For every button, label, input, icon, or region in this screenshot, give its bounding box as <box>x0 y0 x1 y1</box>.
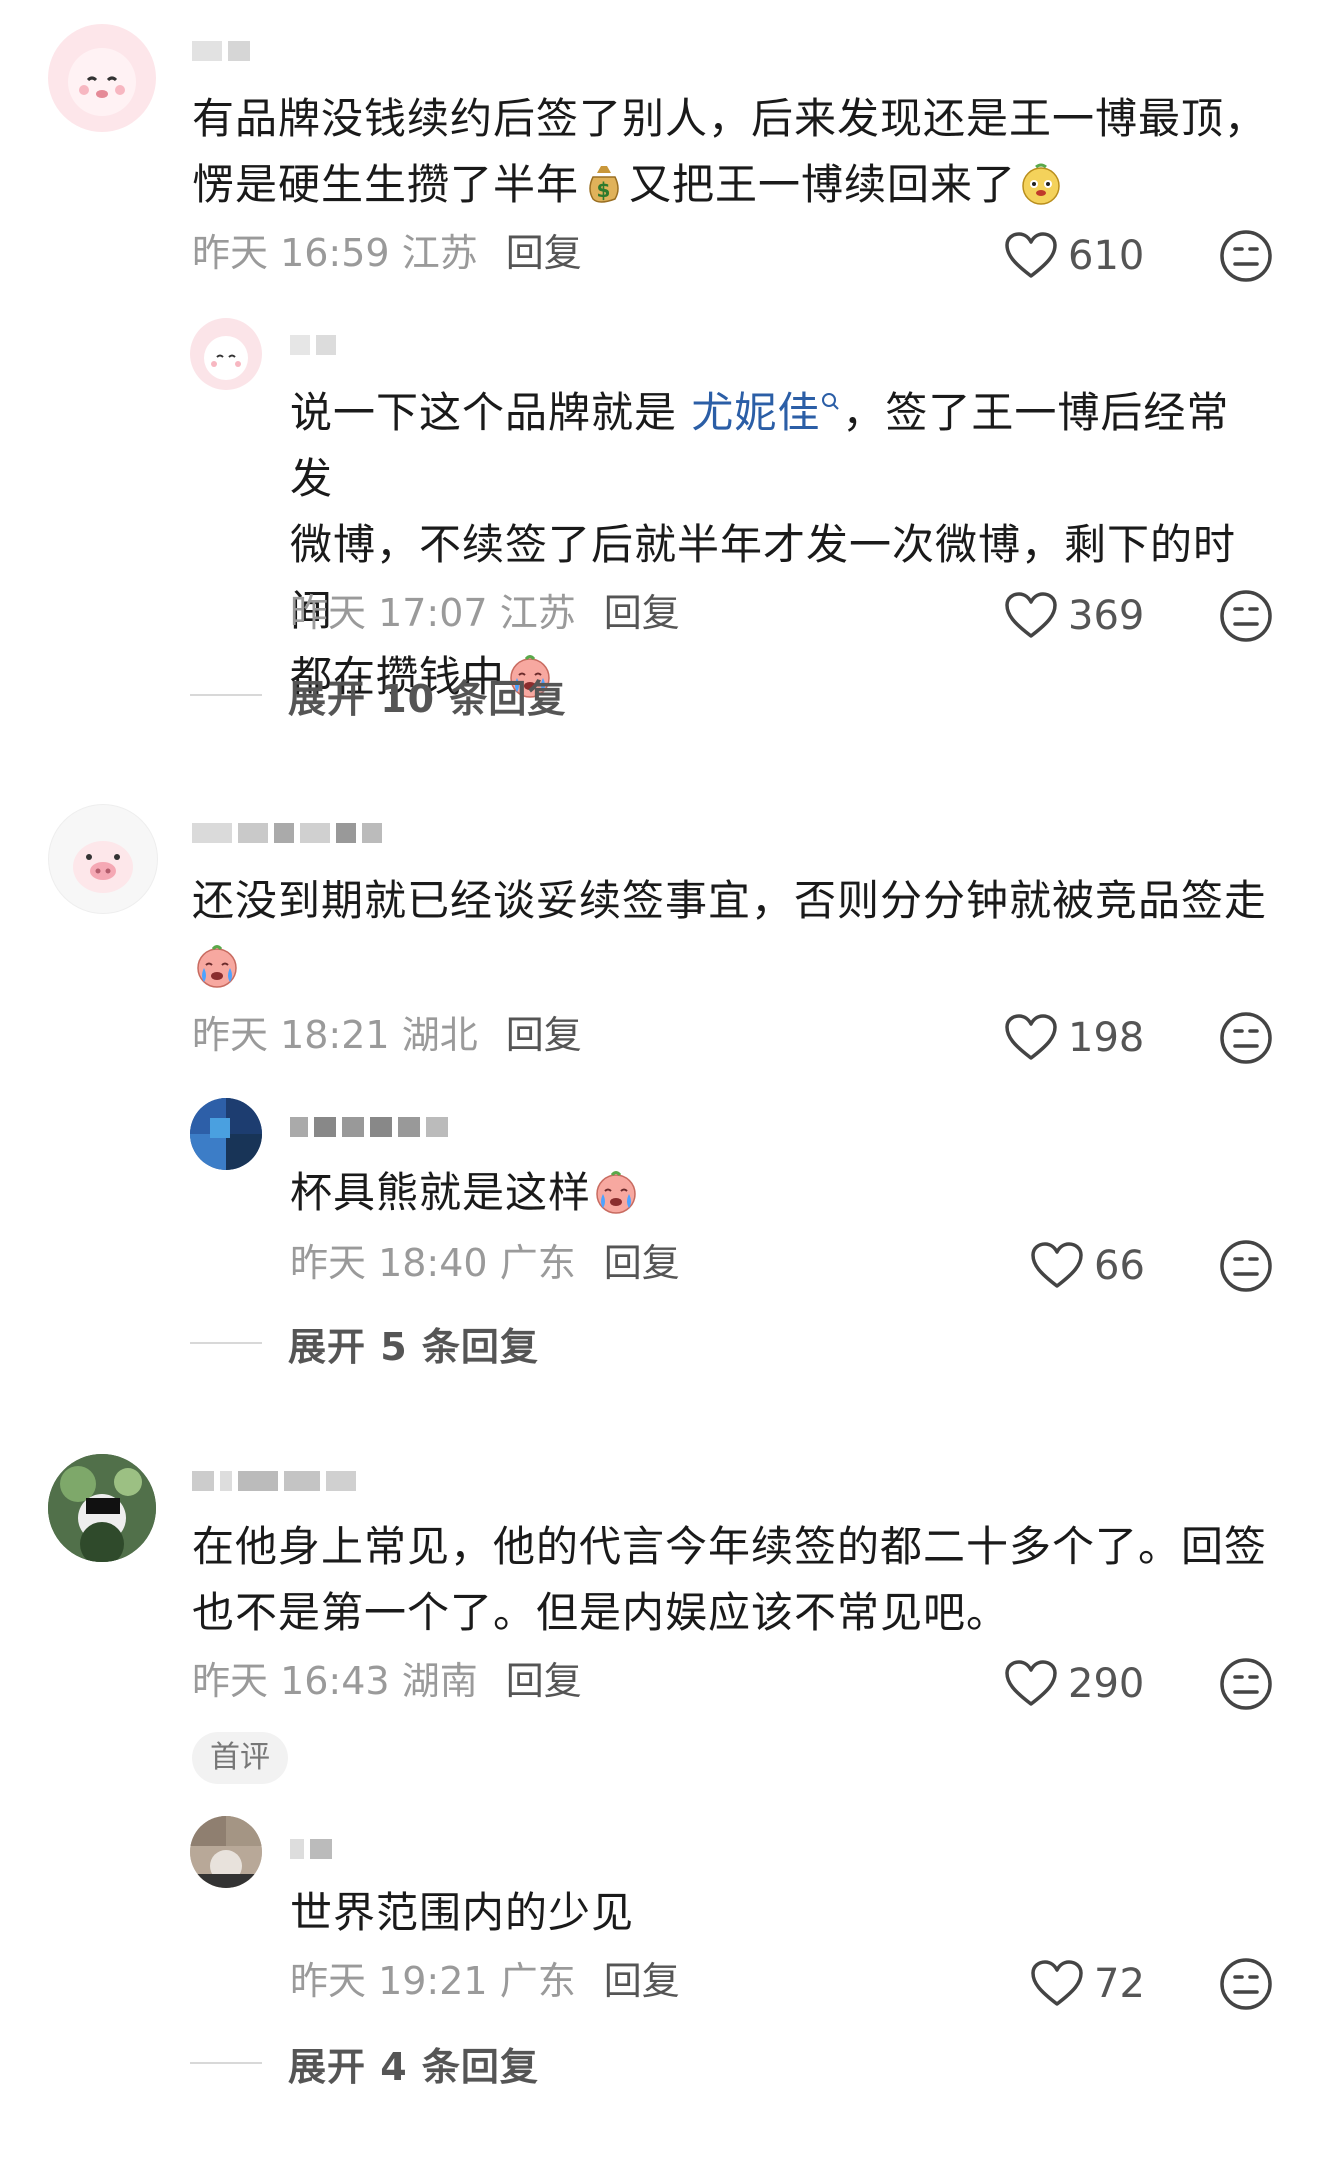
reply-meta: 昨天 19:21 广东 回复 <box>290 1959 680 2003</box>
neutral-face-icon[interactable] <box>1218 1656 1274 1712</box>
comment-meta: 昨天 18:21 湖北 回复 <box>192 1013 582 1057</box>
search-icon <box>822 393 840 410</box>
divider <box>190 2062 262 2064</box>
dog-face-emoji-icon <box>1018 161 1064 207</box>
comment-meta: 昨天 16:59 江苏 回复 <box>192 231 582 275</box>
like-count: 290 <box>1068 1661 1145 1707</box>
crying-face-emoji-icon <box>593 1169 639 1215</box>
neutral-face-icon[interactable] <box>1218 1010 1274 1066</box>
neutral-face-icon[interactable] <box>1218 228 1274 284</box>
reply-text: 世界范围内的少见 <box>290 1888 635 1937</box>
username[interactable] <box>290 334 336 356</box>
reply-meta: 昨天 17:07 江苏 回复 <box>290 591 680 635</box>
reply-meta: 昨天 18:40 广东 回复 <box>290 1241 680 1285</box>
like-button[interactable]: 369 <box>1004 586 1144 646</box>
reply-button[interactable]: 回复 <box>604 1959 680 2003</box>
money-bag-emoji-icon <box>581 161 627 207</box>
heart-outline-icon <box>1004 1013 1058 1063</box>
heart-outline-icon <box>1004 591 1058 641</box>
brand-link[interactable]: 尤妮佳 <box>691 388 842 437</box>
comment-text: 有品牌没钱续约后签了别人，后来发现还是王一博最顶， 愣是硬生生攒了半年 又把王一博… <box>192 94 1268 209</box>
like-button[interactable]: 290 <box>1004 1654 1144 1714</box>
reply-text: 杯具熊就是这样 <box>290 1160 1270 1226</box>
username[interactable] <box>192 822 382 844</box>
like-count: 72 <box>1094 1961 1145 2007</box>
like-count: 369 <box>1068 593 1145 639</box>
avatar[interactable] <box>190 1098 262 1170</box>
reply-button[interactable]: 回复 <box>506 1659 582 1703</box>
reply-button[interactable]: 回复 <box>506 1013 582 1057</box>
heart-outline-icon <box>1004 1659 1058 1709</box>
neutral-face-icon[interactable] <box>1218 1956 1274 2012</box>
username[interactable] <box>192 40 250 62</box>
comment-text: 在他身上常见，他的代言今年续签的都二十多个了。回签 也不是第一个了。但是内娱应该… <box>192 1522 1268 1637</box>
crying-face-emoji-icon <box>194 943 240 989</box>
comment-text: 还没到期就已经谈妥续签事宜，否则分分钟就被竞品签走 <box>192 868 1272 1000</box>
like-button[interactable]: 610 <box>1004 226 1144 286</box>
username[interactable] <box>290 1838 332 1860</box>
comment-meta: 昨天 16:43 湖南 回复 <box>192 1659 582 1703</box>
heart-outline-icon <box>1004 231 1058 281</box>
reply-button[interactable]: 回复 <box>506 231 582 275</box>
like-button[interactable]: 66 <box>1030 1236 1145 1296</box>
like-count: 198 <box>1068 1015 1145 1061</box>
avatar[interactable] <box>48 804 158 914</box>
reply-button[interactable]: 回复 <box>604 1241 680 1285</box>
avatar[interactable] <box>48 24 156 132</box>
divider <box>190 1342 262 1344</box>
heart-outline-icon <box>1030 1959 1084 2009</box>
username[interactable] <box>290 1116 448 1138</box>
expand-replies-button[interactable]: 展开 4 条回复 <box>190 2038 539 2089</box>
expand-replies-button[interactable]: 展开 10 条回复 <box>190 670 566 721</box>
avatar[interactable] <box>190 1816 262 1888</box>
like-count: 66 <box>1094 1243 1145 1289</box>
neutral-face-icon[interactable] <box>1218 588 1274 644</box>
first-comment-badge: 首评 <box>192 1732 288 1784</box>
neutral-face-icon[interactable] <box>1218 1238 1274 1294</box>
avatar[interactable] <box>48 1454 156 1562</box>
like-count: 610 <box>1068 233 1145 279</box>
reply-button[interactable]: 回复 <box>604 591 680 635</box>
username[interactable] <box>192 1470 356 1492</box>
divider <box>190 694 262 696</box>
like-button[interactable]: 198 <box>1004 1008 1144 1068</box>
heart-outline-icon <box>1030 1241 1084 1291</box>
reply-text: 说一下这个品牌就是 尤妮佳 ，签了王一博后经常发 微博，不续签了后就半年才发一次微… <box>290 388 1237 701</box>
avatar[interactable] <box>190 318 262 390</box>
like-button[interactable]: 72 <box>1030 1954 1145 2014</box>
expand-replies-button[interactable]: 展开 5 条回复 <box>190 1318 539 1369</box>
